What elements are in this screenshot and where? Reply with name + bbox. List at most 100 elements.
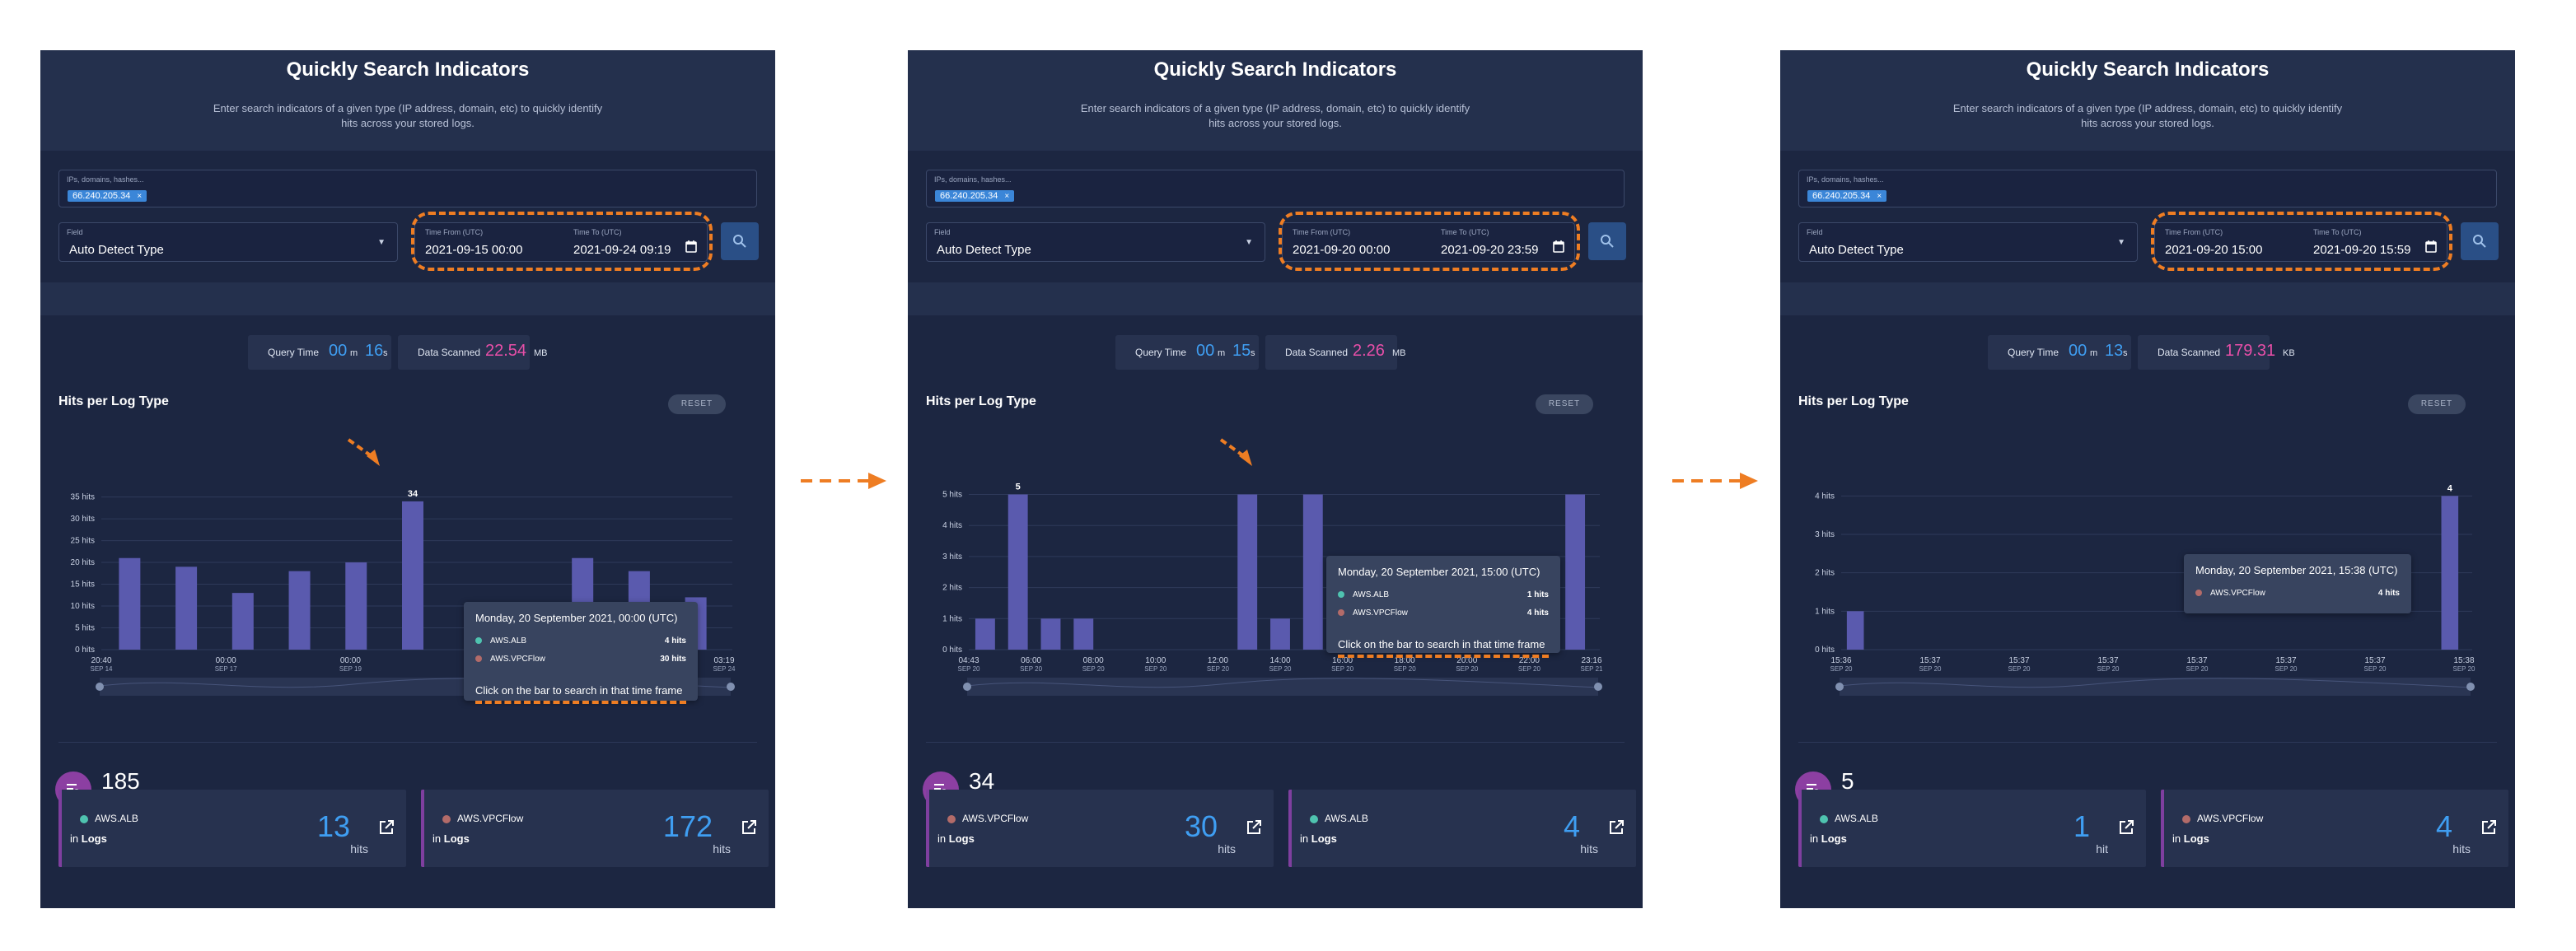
log-type-card[interactable]: AWS.VPCFlow in Logs 172 hits [421, 790, 769, 867]
range-navigator[interactable] [963, 678, 1602, 696]
tooltip-series-name: AWS.ALB [1353, 590, 1390, 599]
x-tick-date: SEP 14 [91, 665, 114, 673]
range-handle-right[interactable] [2466, 683, 2475, 691]
indicator-chip-label: 66.240.205.34 [1812, 191, 1871, 201]
chart-bar[interactable] [1040, 618, 1061, 650]
log-type-label: AWS.VPCFlow [962, 813, 1029, 824]
chart-bar[interactable] [175, 566, 198, 650]
in-logs-label: in Logs [937, 832, 975, 845]
log-type-card[interactable]: AWS.ALB in Logs 1 hit [1798, 790, 2146, 867]
log-type-card[interactable]: AWS.ALB in Logs 13 hits [58, 790, 406, 867]
range-handle-left[interactable] [1835, 683, 1844, 691]
date-range-picker[interactable]: Time From (UTC) Time To (UTC) 2021-09-20 1… [2154, 222, 2447, 262]
calendar-icon[interactable] [685, 240, 697, 253]
search-icon [733, 235, 746, 248]
chart-bar[interactable] [119, 557, 141, 650]
chart-bar[interactable] [345, 562, 367, 650]
log-type-name: AWS.VPCFlow [947, 813, 1028, 824]
y-tick-label: 15 hits [71, 580, 95, 590]
reset-button[interactable]: RESET [1536, 394, 1593, 414]
time-from-label: Time From (UTC) [425, 228, 484, 236]
indicator-chip[interactable]: 66.240.205.34 × [1807, 190, 1887, 202]
chart-bar[interactable] [402, 501, 423, 650]
external-link-icon[interactable] [2118, 819, 2134, 836]
chip-remove-icon[interactable]: × [137, 192, 142, 201]
chart-bar[interactable] [1846, 611, 1864, 650]
series-dot [947, 814, 956, 823]
time-from-value[interactable]: 2021-09-20 00:00 [1293, 243, 1390, 257]
log-type-card[interactable]: AWS.VPCFlow in Logs 30 hits [926, 790, 1274, 867]
field-select[interactable]: Field Auto Detect Type ▼ [58, 222, 398, 262]
chevron-down-icon[interactable]: ▼ [377, 238, 386, 247]
range-handle-left[interactable] [96, 683, 104, 691]
search-button[interactable] [1588, 222, 1626, 260]
chart-bar[interactable] [288, 571, 311, 650]
time-to-label: Time To (UTC) [2313, 228, 2362, 236]
chart-bar[interactable] [1237, 494, 1258, 650]
bar-value-label: 5 [1016, 482, 1021, 492]
external-link-icon[interactable] [2480, 819, 2497, 836]
chart-bar[interactable] [2441, 496, 2459, 650]
y-tick-label: 20 hits [71, 558, 95, 567]
range-handle-left[interactable] [963, 683, 971, 691]
chart-bar[interactable] [975, 618, 995, 650]
search-panel: Quickly Search Indicators Enter search in… [908, 50, 1643, 908]
x-tick-time: 04:43 [958, 656, 979, 665]
log-type-card[interactable]: AWS.VPCFlow in Logs 4 hits [2161, 790, 2508, 867]
time-to-value[interactable]: 2021-09-24 09:19 [573, 243, 671, 257]
search-button[interactable] [721, 222, 759, 260]
series-dot [1310, 814, 1318, 823]
external-link-icon[interactable] [1246, 819, 1262, 836]
pointer-arrow-icon [1219, 438, 1252, 466]
x-tick-date: SEP 24 [713, 665, 736, 673]
time-from-value[interactable]: 2021-09-20 15:00 [2165, 243, 2262, 257]
calendar-icon[interactable] [1553, 240, 1564, 253]
chip-remove-icon[interactable]: × [1004, 192, 1009, 201]
date-range-picker[interactable]: Time From (UTC) Time To (UTC) 2021-09-20 0… [1282, 222, 1575, 262]
range-handle-right[interactable] [727, 683, 735, 691]
indicator-chip[interactable]: 66.240.205.34 × [68, 190, 147, 202]
time-to-value[interactable]: 2021-09-20 23:59 [1441, 243, 1538, 257]
chevron-down-icon[interactable]: ▼ [2117, 238, 2125, 247]
indicator-chip[interactable]: 66.240.205.34 × [935, 190, 1015, 202]
chart-bar[interactable] [1270, 618, 1290, 650]
query-time-minutes: 00 [2069, 342, 2087, 360]
log-type-card[interactable]: AWS.ALB in Logs 4 hits [1288, 790, 1636, 867]
time-from-value[interactable]: 2021-09-15 00:00 [425, 243, 522, 257]
log-type-hits-unit: hits [2452, 842, 2471, 855]
indicator-input[interactable]: IPs, domains, hashes... 66.240.205.34 × [58, 170, 757, 207]
external-link-icon[interactable] [741, 819, 757, 836]
reset-button[interactable]: RESET [2408, 394, 2466, 414]
external-link-icon[interactable] [1608, 819, 1625, 836]
calendar-icon[interactable] [2425, 240, 2437, 253]
chart-bar[interactable] [231, 593, 254, 650]
x-tick-time: 15:37 [2008, 656, 2029, 665]
date-range-picker[interactable]: Time From (UTC) Time To (UTC) 2021-09-15 0… [414, 222, 708, 262]
data-scanned-unit: MB [1392, 348, 1406, 358]
chart-bar[interactable] [1007, 494, 1028, 650]
field-select[interactable]: Field Auto Detect Type ▼ [926, 222, 1265, 262]
query-time-stat: Query Time 00 m 15 s [1115, 335, 1259, 370]
query-time-label: Query Time [268, 347, 320, 358]
chart-bar[interactable] [1302, 494, 1323, 650]
chart-bar[interactable] [1565, 494, 1586, 650]
chart-bar[interactable] [1073, 618, 1094, 650]
chip-remove-icon[interactable]: × [1877, 192, 1882, 201]
range-handle-right[interactable] [1594, 683, 1602, 691]
search-button[interactable] [2461, 222, 2499, 260]
time-to-value[interactable]: 2021-09-20 15:59 [2313, 243, 2410, 257]
reset-button[interactable]: RESET [668, 394, 726, 414]
x-tick-time: 10:00 [1145, 656, 1166, 665]
tooltip-series-hits: 4 hits [1526, 608, 1549, 618]
log-type-hits-unit: hits [350, 842, 368, 855]
tooltip-series-hits: 4 hits [2377, 589, 2400, 598]
y-tick-label: 4 hits [1815, 492, 1835, 501]
field-select[interactable]: Field Auto Detect Type ▼ [1798, 222, 2138, 262]
indicator-input[interactable]: IPs, domains, hashes... 66.240.205.34 × [926, 170, 1625, 207]
indicator-input[interactable]: IPs, domains, hashes... 66.240.205.34 × [1798, 170, 2497, 207]
chevron-down-icon[interactable]: ▼ [1245, 238, 1253, 247]
range-navigator[interactable] [1835, 678, 2475, 696]
external-link-icon[interactable] [378, 819, 395, 836]
data-scanned-value: 179.31 [2225, 342, 2276, 360]
panel-header: Quickly Search Indicators Enter search in… [908, 50, 1643, 151]
